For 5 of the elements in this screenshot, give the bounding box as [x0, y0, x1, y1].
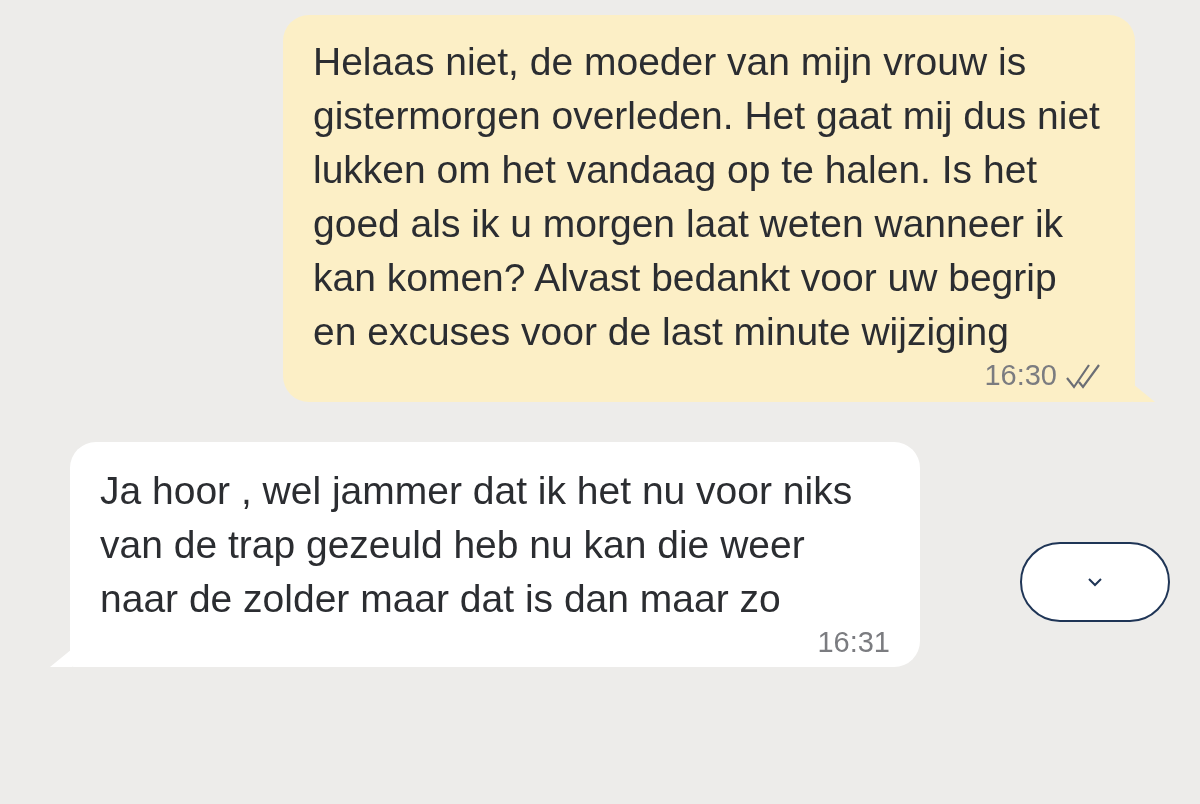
message-time: 16:30 — [984, 359, 1057, 392]
message-text: Ja hoor , wel jammer dat ik het nu voor niks van de trap gezeuld heb nu kan die weer naar de zolder maar dat is dan maar zo — [100, 468, 854, 622]
message-text: Helaas niet, de moeder van mijn vrouw is gistermorgen overleden. Het gaat mij dus niet lukken om het vandaag op te halen. Is het goed als ik u morgen laat weten wanneer ik kan komen? Alvast bedankt voor uw begrip en excuses voor de last minute wijziging — [313, 39, 1101, 355]
message-time: 16:31 — [817, 626, 890, 659]
chevron-down-icon — [1087, 577, 1103, 587]
